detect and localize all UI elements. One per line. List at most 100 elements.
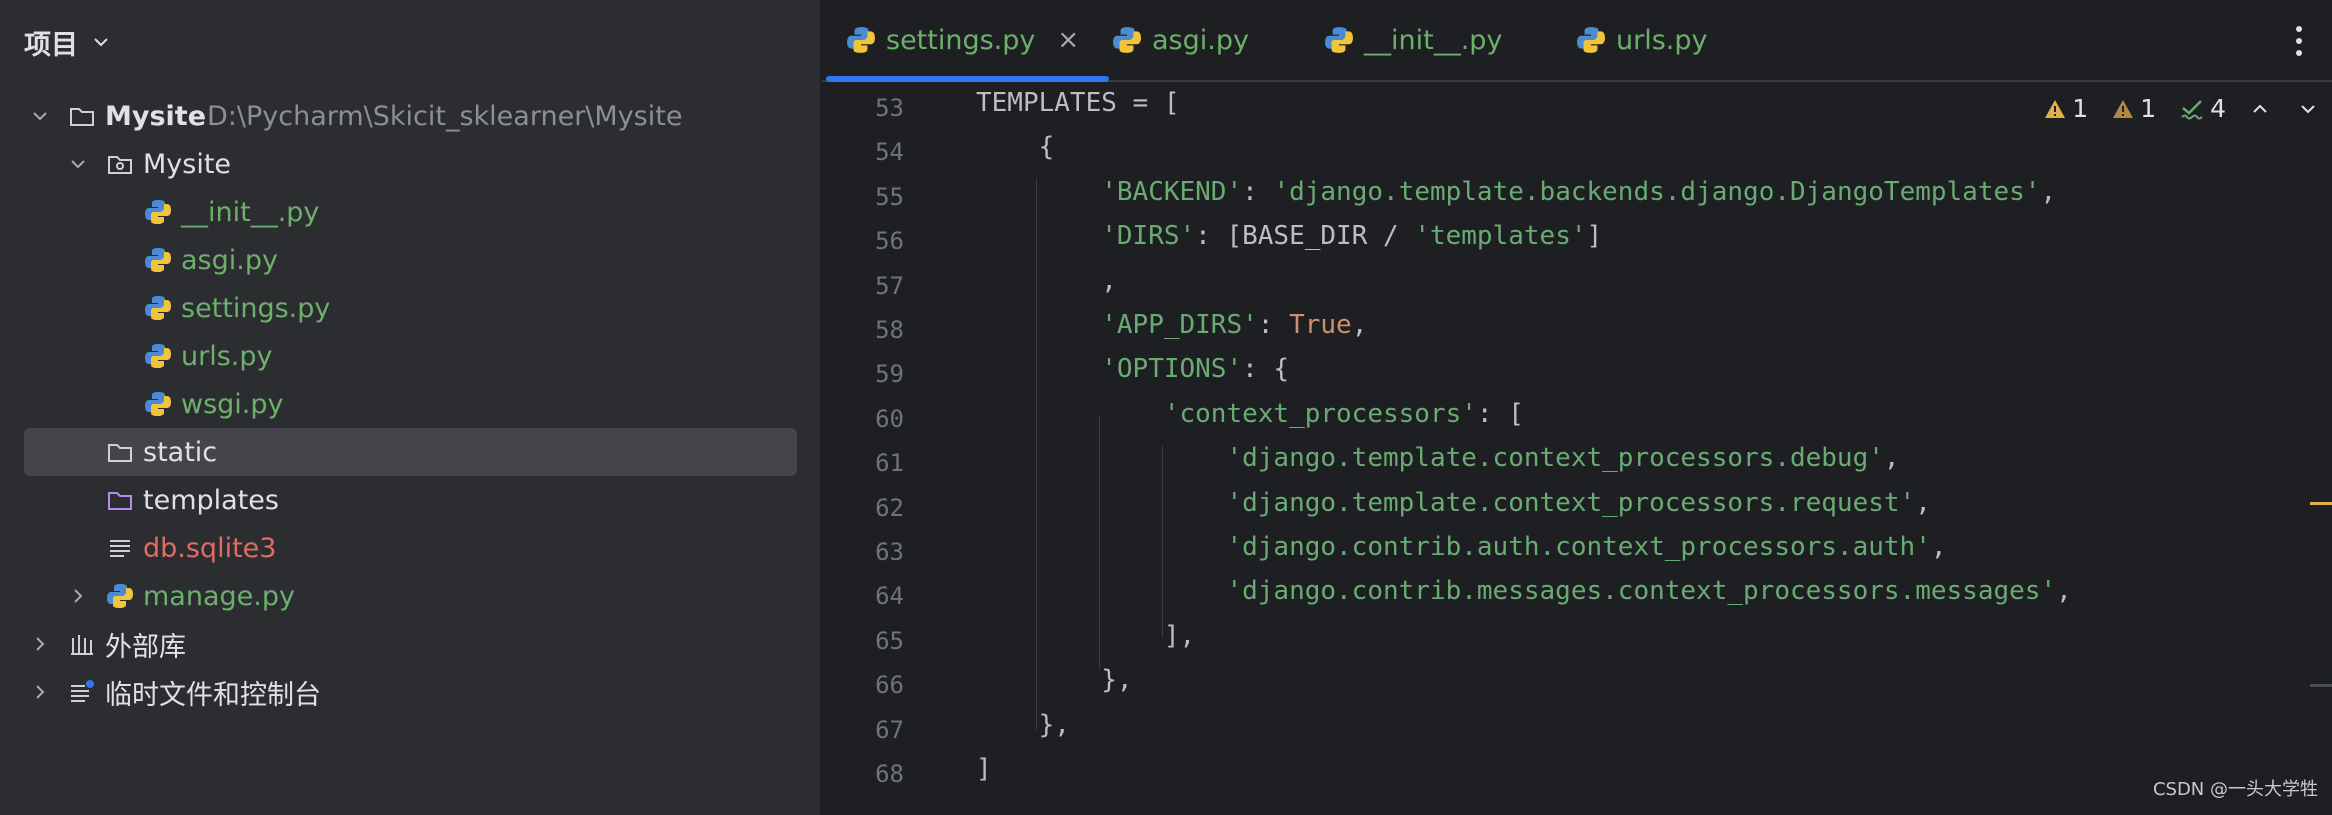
line-number[interactable]: 68 <box>822 760 904 788</box>
scrollbar-warning-marker[interactable] <box>2310 502 2332 505</box>
tree-item-manage-py[interactable]: manage.py <box>0 572 820 620</box>
line-number[interactable]: 54 <box>822 138 904 166</box>
code-line[interactable]: 'context_processors': [ <box>976 399 1524 429</box>
code-line[interactable]: 'BACKEND': 'django.template.backends.dja… <box>976 177 2056 207</box>
code-line[interactable]: 'django.contrib.messages.context_process… <box>976 576 2071 606</box>
tree-item-label: templates <box>143 484 279 516</box>
chevron-down-icon[interactable] <box>30 106 50 126</box>
python-file-icon <box>145 344 171 368</box>
typo-count[interactable]: 4 <box>2180 94 2226 123</box>
python-file-icon <box>145 200 171 224</box>
watermark: CSDN @一头大学牲 <box>2152 779 2318 800</box>
chevron-right-icon[interactable] <box>30 682 50 702</box>
python-file-icon <box>145 296 171 320</box>
line-number[interactable]: 53 <box>822 94 904 122</box>
tree-item-scratches[interactable]: 临时文件和控制台 <box>0 668 820 716</box>
chevron-down-icon[interactable] <box>90 31 112 53</box>
warning-count-a[interactable]: 1 <box>2044 94 2088 123</box>
code-line[interactable]: { <box>976 132 1055 162</box>
tree-item-label: asgi.py <box>181 244 278 276</box>
typo-check-icon <box>2181 99 2203 119</box>
line-number[interactable]: 66 <box>822 671 904 699</box>
chevron-down-icon[interactable] <box>2298 99 2318 119</box>
chevron-right-icon[interactable] <box>68 586 88 606</box>
python-file-icon <box>1113 27 1141 53</box>
tree-item-label: urls.py <box>181 340 273 372</box>
more-options-icon[interactable] <box>2294 24 2304 58</box>
python-file-icon <box>107 584 133 608</box>
code-line[interactable]: }, <box>976 710 1070 740</box>
close-icon[interactable]: × <box>1057 25 1079 55</box>
tree-item-label: settings.py <box>181 292 331 324</box>
tree-item-external-libraries[interactable]: 外部库 <box>0 620 820 668</box>
chevron-down-icon[interactable] <box>68 154 88 174</box>
scratches-icon <box>71 680 94 702</box>
tree-item-settings-py[interactable]: settings.py <box>0 284 820 332</box>
code-line[interactable]: TEMPLATES = [ <box>976 88 1180 118</box>
tree-item-label: 外部库 <box>105 631 186 663</box>
tree-item-asgi-py[interactable]: asgi.py <box>0 236 820 284</box>
tree-item-mysite-package[interactable]: Mysite <box>0 140 820 188</box>
line-number[interactable]: 56 <box>822 227 904 255</box>
code-line[interactable]: 'django.template.context_processors.debu… <box>976 443 1899 473</box>
tree-item-label: Mysite <box>105 100 207 132</box>
editor-tab-bar: settings.py × asgi.py __init__.py urls.p… <box>822 0 2332 82</box>
folder-icon <box>70 108 94 126</box>
editor-area: settings.py × asgi.py __init__.py urls.p… <box>822 0 2332 815</box>
text-file-icon <box>110 540 130 557</box>
tree-item-label: manage.py <box>143 580 295 612</box>
tab-label: settings.py <box>886 24 1036 56</box>
line-number[interactable]: 63 <box>822 538 904 566</box>
tree-item-urls-py[interactable]: urls.py <box>0 332 820 380</box>
tree-item-db-sqlite3[interactable]: db.sqlite3 <box>0 524 820 572</box>
line-number[interactable]: 61 <box>822 449 904 477</box>
line-number[interactable]: 64 <box>822 582 904 610</box>
line-number[interactable]: 65 <box>822 627 904 655</box>
tree-item-init-py[interactable]: __init__.py <box>0 188 820 236</box>
code-line[interactable]: ], <box>976 621 1195 651</box>
project-header[interactable]: 项目 <box>24 22 112 62</box>
folder-icon <box>108 444 132 462</box>
warning-count: 1 <box>2140 94 2157 123</box>
code-line[interactable]: }, <box>976 665 1132 695</box>
project-title: 项目 <box>24 29 78 61</box>
tree-item-label: 临时文件和控制台 <box>105 679 321 711</box>
line-number[interactable]: 60 <box>822 405 904 433</box>
code-line[interactable]: 'django.template.context_processors.requ… <box>976 488 1930 518</box>
line-number[interactable]: 59 <box>822 360 904 388</box>
code-line[interactable]: 'OPTIONS': { <box>976 354 1289 384</box>
tab-init-py[interactable]: __init__.py <box>1324 0 1502 80</box>
code-line[interactable]: , <box>976 266 1117 296</box>
chevron-right-icon[interactable] <box>30 634 50 654</box>
warning-count-b[interactable]: 1 <box>2112 94 2156 123</box>
warning-icon <box>2045 99 2066 118</box>
tree-item-static[interactable]: static <box>0 428 820 476</box>
tab-label: __init__.py <box>1364 24 1503 56</box>
code-line[interactable]: ] <box>976 754 992 784</box>
line-number[interactable]: 67 <box>822 716 904 744</box>
python-file-icon <box>145 392 171 416</box>
tab-settings-py[interactable]: settings.py × <box>824 0 1109 82</box>
line-number[interactable]: 58 <box>822 316 904 344</box>
tab-asgi-py[interactable]: asgi.py <box>1112 0 1249 80</box>
tree-item-wsgi-py[interactable]: wsgi.py <box>0 380 820 428</box>
inspection-widget[interactable]: 1 1 4 <box>2044 94 2318 123</box>
warning-count: 1 <box>2072 94 2089 123</box>
project-tool-window: 项目 Mysite D:\Pycharm\Skicit_sklearner\My… <box>0 0 820 815</box>
tab-label: asgi.py <box>1152 24 1249 56</box>
tab-urls-py[interactable]: urls.py <box>1576 0 1707 80</box>
line-number[interactable]: 57 <box>822 272 904 300</box>
tree-item-mysite-root[interactable]: Mysite D:\Pycharm\Skicit_sklearner\Mysit… <box>0 92 820 140</box>
code-line[interactable]: 'django.contrib.auth.context_processors.… <box>976 532 1946 562</box>
code-line[interactable]: 'APP_DIRS': True, <box>976 310 1367 340</box>
tree-item-templates[interactable]: templates <box>0 476 820 524</box>
scrollbar-marker[interactable] <box>2310 684 2332 687</box>
chevron-up-icon[interactable] <box>2250 99 2270 119</box>
code-line[interactable]: 'DIRS': [BASE_DIR / 'templates'] <box>976 221 1602 251</box>
weak-warning-icon <box>2113 99 2134 118</box>
python-file-icon <box>145 248 171 272</box>
line-number[interactable]: 62 <box>822 494 904 522</box>
tree-item-label: wsgi.py <box>181 388 284 420</box>
templates-folder-icon <box>108 492 132 510</box>
line-number[interactable]: 55 <box>822 183 904 211</box>
